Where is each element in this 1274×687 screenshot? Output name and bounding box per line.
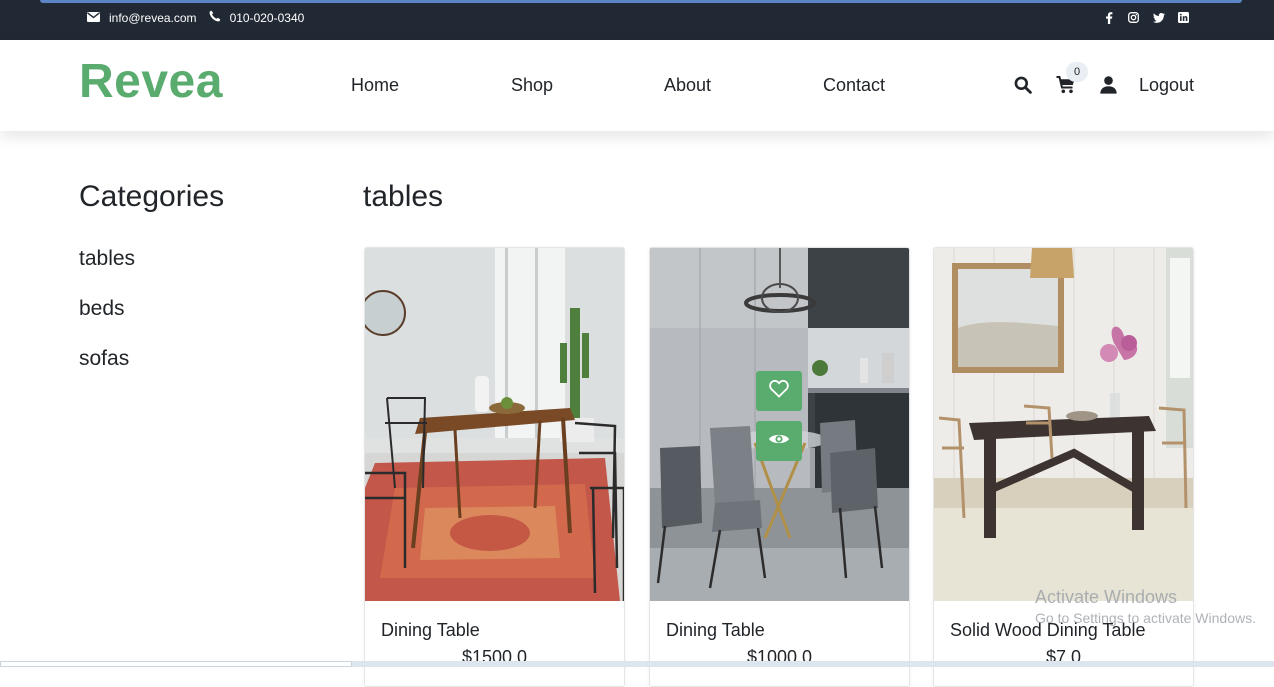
product-image[interactable] [934, 248, 1193, 601]
brand-logo[interactable]: Revea [79, 54, 223, 109]
product-name[interactable]: Solid Wood Dining Table [950, 620, 1145, 641]
horizontal-scrollbar[interactable] [0, 661, 1274, 667]
twitter-icon[interactable] [1152, 11, 1165, 24]
product-card[interactable]: Solid Wood Dining Table $7.0 [933, 247, 1194, 687]
category-sofas[interactable]: sofas [79, 347, 129, 371]
heart-icon [769, 379, 789, 403]
category-tables[interactable]: tables [79, 247, 135, 271]
facebook-icon[interactable] [1102, 11, 1115, 24]
nav-shop[interactable]: Shop [511, 75, 553, 96]
email-link[interactable]: info@revea.com [87, 11, 197, 25]
phone-text: 010-020-0340 [229, 10, 305, 25]
logout-link[interactable]: Logout [1139, 75, 1194, 96]
product-name[interactable]: Dining Table [666, 620, 765, 641]
social-links [1102, 11, 1190, 24]
contact-info: info@revea.com 010-020-0340 [87, 10, 316, 25]
categories-heading: Categories [79, 180, 225, 213]
product-card[interactable]: Dining Table $1500.0 [364, 247, 625, 687]
nav-home[interactable]: Home [351, 75, 399, 96]
browser-accent-line [40, 0, 1242, 3]
envelope-icon [87, 11, 100, 25]
product-image[interactable] [650, 248, 909, 601]
cart-count-badge: 0 [1066, 62, 1088, 82]
user-icon[interactable] [1098, 75, 1118, 95]
product-image[interactable] [365, 248, 624, 601]
section-title: tables [363, 180, 444, 213]
search-icon[interactable] [1013, 75, 1033, 95]
top-bar: info@revea.com 010-020-0340 [0, 0, 1274, 40]
quick-view-button[interactable] [756, 421, 802, 461]
scrollbar-thumb[interactable] [0, 661, 352, 667]
product-card[interactable]: Dining Table $1000.0 [649, 247, 910, 687]
nav-about[interactable]: About [664, 75, 711, 96]
email-text: info@revea.com [109, 10, 197, 25]
product-name[interactable]: Dining Table [381, 620, 480, 641]
linkedin-icon[interactable] [1177, 11, 1190, 24]
eye-icon [768, 432, 790, 451]
category-beds[interactable]: beds [79, 297, 125, 321]
instagram-icon[interactable] [1127, 11, 1140, 24]
main-header: Revea Home Shop About Contact 0 Logout [0, 40, 1274, 131]
phone-icon [209, 10, 221, 25]
nav-contact[interactable]: Contact [823, 75, 885, 96]
wishlist-button[interactable] [756, 371, 802, 411]
phone-link[interactable]: 010-020-0340 [209, 10, 305, 25]
